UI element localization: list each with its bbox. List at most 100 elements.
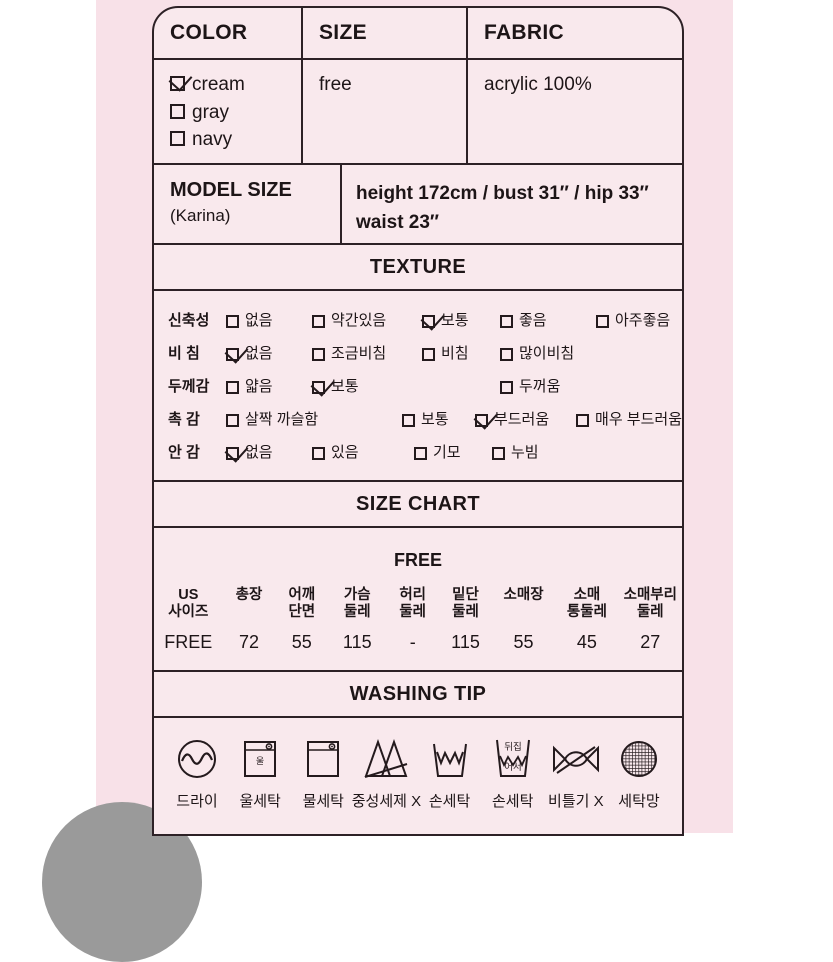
checkbox-icon[interactable] (226, 414, 239, 427)
inside-out-bottom-text: 어서 (504, 762, 521, 773)
size-chart-banner-label: SIZE CHART (356, 492, 480, 515)
washing-item: 세탁망 (608, 736, 670, 811)
texture-option-label: 보통 (420, 411, 449, 428)
texture-banner-label: TEXTURE (369, 255, 467, 278)
checkbox-icon[interactable] (500, 315, 513, 328)
texture-option[interactable]: 많이비침 (500, 342, 574, 363)
checkbox-checked-icon[interactable] (170, 76, 185, 91)
texture-option-label: 기모 (433, 444, 461, 461)
texture-option[interactable]: 없음 (226, 309, 312, 330)
fabric-value: acrylic 100% (484, 74, 592, 95)
size-chart-subtitle: FREE (393, 550, 442, 570)
checkbox-checked-icon[interactable] (312, 381, 325, 394)
size-chart-banner: SIZE CHART (154, 482, 682, 528)
product-spec-card: COLOR SIZE FABRIC cream gray navy free a… (152, 6, 684, 836)
texture-option[interactable]: 보통 (312, 375, 500, 396)
washing-item-label: 중성세제 X (351, 793, 422, 811)
no-wring-icon (549, 736, 603, 782)
texture-option-label: 비침 (441, 345, 469, 362)
checkbox-icon[interactable] (414, 447, 427, 460)
texture-option[interactable]: 매우 부드러움 (576, 408, 682, 429)
texture-option-label: 있음 (331, 444, 359, 461)
checkbox-icon[interactable] (312, 447, 325, 460)
checkbox-icon[interactable] (312, 348, 325, 361)
texture-option[interactable]: 부드러움 (474, 408, 576, 429)
size-chart-header-cell: 밑단 둘레 (452, 587, 479, 621)
texture-option[interactable]: 없음 (226, 441, 312, 462)
spec-body-row: cream gray navy free acrylic 100% (154, 60, 682, 165)
texture-banner: TEXTURE (154, 245, 682, 291)
texture-option-label: 좋음 (519, 312, 547, 329)
washing-icon-strip: 드라이 울 울세탁 물세탁 중성세제 X 손세탁 뒤집 어서 손세탁 비틀기 X… (154, 736, 682, 811)
color-option-gray[interactable]: gray (170, 99, 301, 127)
size-chart-cell: 115 (342, 632, 372, 653)
checkbox-icon[interactable] (500, 381, 513, 394)
color-option-cream[interactable]: cream (170, 71, 301, 99)
texture-option-label: 얇음 (245, 378, 273, 395)
texture-option-label: 약간있음 (331, 312, 387, 329)
checkbox-icon[interactable] (500, 348, 513, 361)
texture-option[interactable]: 얇음 (226, 375, 312, 396)
washing-item-label: 손세탁 (492, 793, 534, 811)
checkbox-icon[interactable] (226, 381, 239, 394)
size-chart-header-cell: 가슴 둘레 (343, 587, 371, 621)
checkbox-icon[interactable] (596, 315, 609, 328)
texture-option[interactable]: 좋음 (500, 309, 596, 330)
size-chart-cell: 115 (451, 632, 480, 653)
right-white-margin (733, 0, 833, 833)
checkbox-icon[interactable] (226, 315, 239, 328)
checkbox-checked-icon[interactable] (226, 348, 239, 361)
model-measure-line-2: waist 23″ (356, 211, 440, 233)
size-chart-header-cell: US 사이즈 (168, 587, 209, 621)
size-chart-header-cell: 소매부리 둘레 (623, 587, 677, 621)
texture-option[interactable]: 기모 (414, 441, 492, 462)
texture-option[interactable]: 있음 (312, 441, 414, 462)
model-name: (Karina) (170, 206, 231, 225)
texture-option[interactable]: 약간있음 (312, 309, 422, 330)
model-size-row: MODEL SIZE (Karina) height 172cm / bust … (154, 165, 682, 245)
washing-item-label: 물세탁 (302, 793, 344, 811)
texture-option[interactable]: 조금비침 (312, 342, 422, 363)
texture-row-stretch: 신축성 없음 약간있음 보통 좋음 아주좋음 (154, 303, 682, 336)
checkbox-checked-icon[interactable] (226, 447, 239, 460)
color-option-label: gray (192, 101, 229, 123)
dry-clean-icon (174, 736, 220, 782)
wool-wash-icon: 울 (237, 736, 283, 782)
texture-option[interactable]: 보통 (422, 309, 500, 330)
size-chart-cell: 72 (239, 632, 260, 653)
washing-item-label: 비틀기 X (548, 793, 604, 811)
texture-option[interactable]: 보통 (401, 408, 475, 429)
texture-option[interactable]: 없음 (226, 342, 312, 363)
checkbox-icon[interactable] (170, 103, 185, 119)
texture-option[interactable]: 비침 (422, 342, 500, 363)
size-chart-header-row: US 사이즈 총장 어깨 단면 가슴 둘레 허리 둘레 밑단 둘레 소매장 소매 통둘레 소… (154, 587, 682, 630)
texture-option[interactable]: 누빔 (492, 441, 539, 462)
checkbox-icon[interactable] (576, 414, 590, 427)
color-option-label: navy (192, 129, 233, 151)
size-chart-table: US 사이즈 총장 어깨 단면 가슴 둘레 허리 둘레 밑단 둘레 소매장 소매 통둘레 소… (154, 587, 682, 654)
color-option-navy[interactable]: navy (170, 126, 301, 154)
texture-row-lining: 안 감 없음 있음 기모 누빔 (154, 435, 682, 468)
texture-row-label: 비 침 (168, 345, 200, 362)
spec-header-row: COLOR SIZE FABRIC (154, 8, 682, 60)
texture-option-label: 보통 (441, 312, 469, 329)
texture-option[interactable]: 두꺼움 (500, 375, 560, 396)
washing-item-label: 드라이 (176, 793, 218, 811)
checkbox-icon[interactable] (492, 447, 505, 460)
texture-option[interactable]: 아주좋음 (596, 309, 670, 330)
size-chart-body: FREE US 사이즈 총장 어깨 단면 가슴 둘레 허리 둘레 밑단 둘레 소매장 소매… (154, 528, 682, 673)
checkbox-icon[interactable] (170, 131, 185, 147)
checkbox-checked-icon[interactable] (422, 315, 435, 328)
fabric-value-cell: acrylic 100% (468, 60, 682, 163)
washing-item-label: 손세탁 (428, 793, 471, 811)
checkbox-icon[interactable] (422, 348, 435, 361)
checkbox-icon[interactable] (312, 315, 325, 328)
washing-item: 중성세제 X (352, 736, 421, 811)
texture-option-label: 보통 (331, 378, 359, 395)
model-size-value-cell: height 172cm / bust 31″ / hip 33″ waist … (342, 165, 682, 243)
texture-option-label: 없음 (245, 312, 273, 329)
washing-item: 비틀기 X (545, 736, 607, 811)
checkbox-checked-icon[interactable] (474, 414, 488, 427)
texture-option[interactable]: 살짝 까슬함 (226, 408, 402, 429)
checkbox-icon[interactable] (401, 414, 415, 427)
